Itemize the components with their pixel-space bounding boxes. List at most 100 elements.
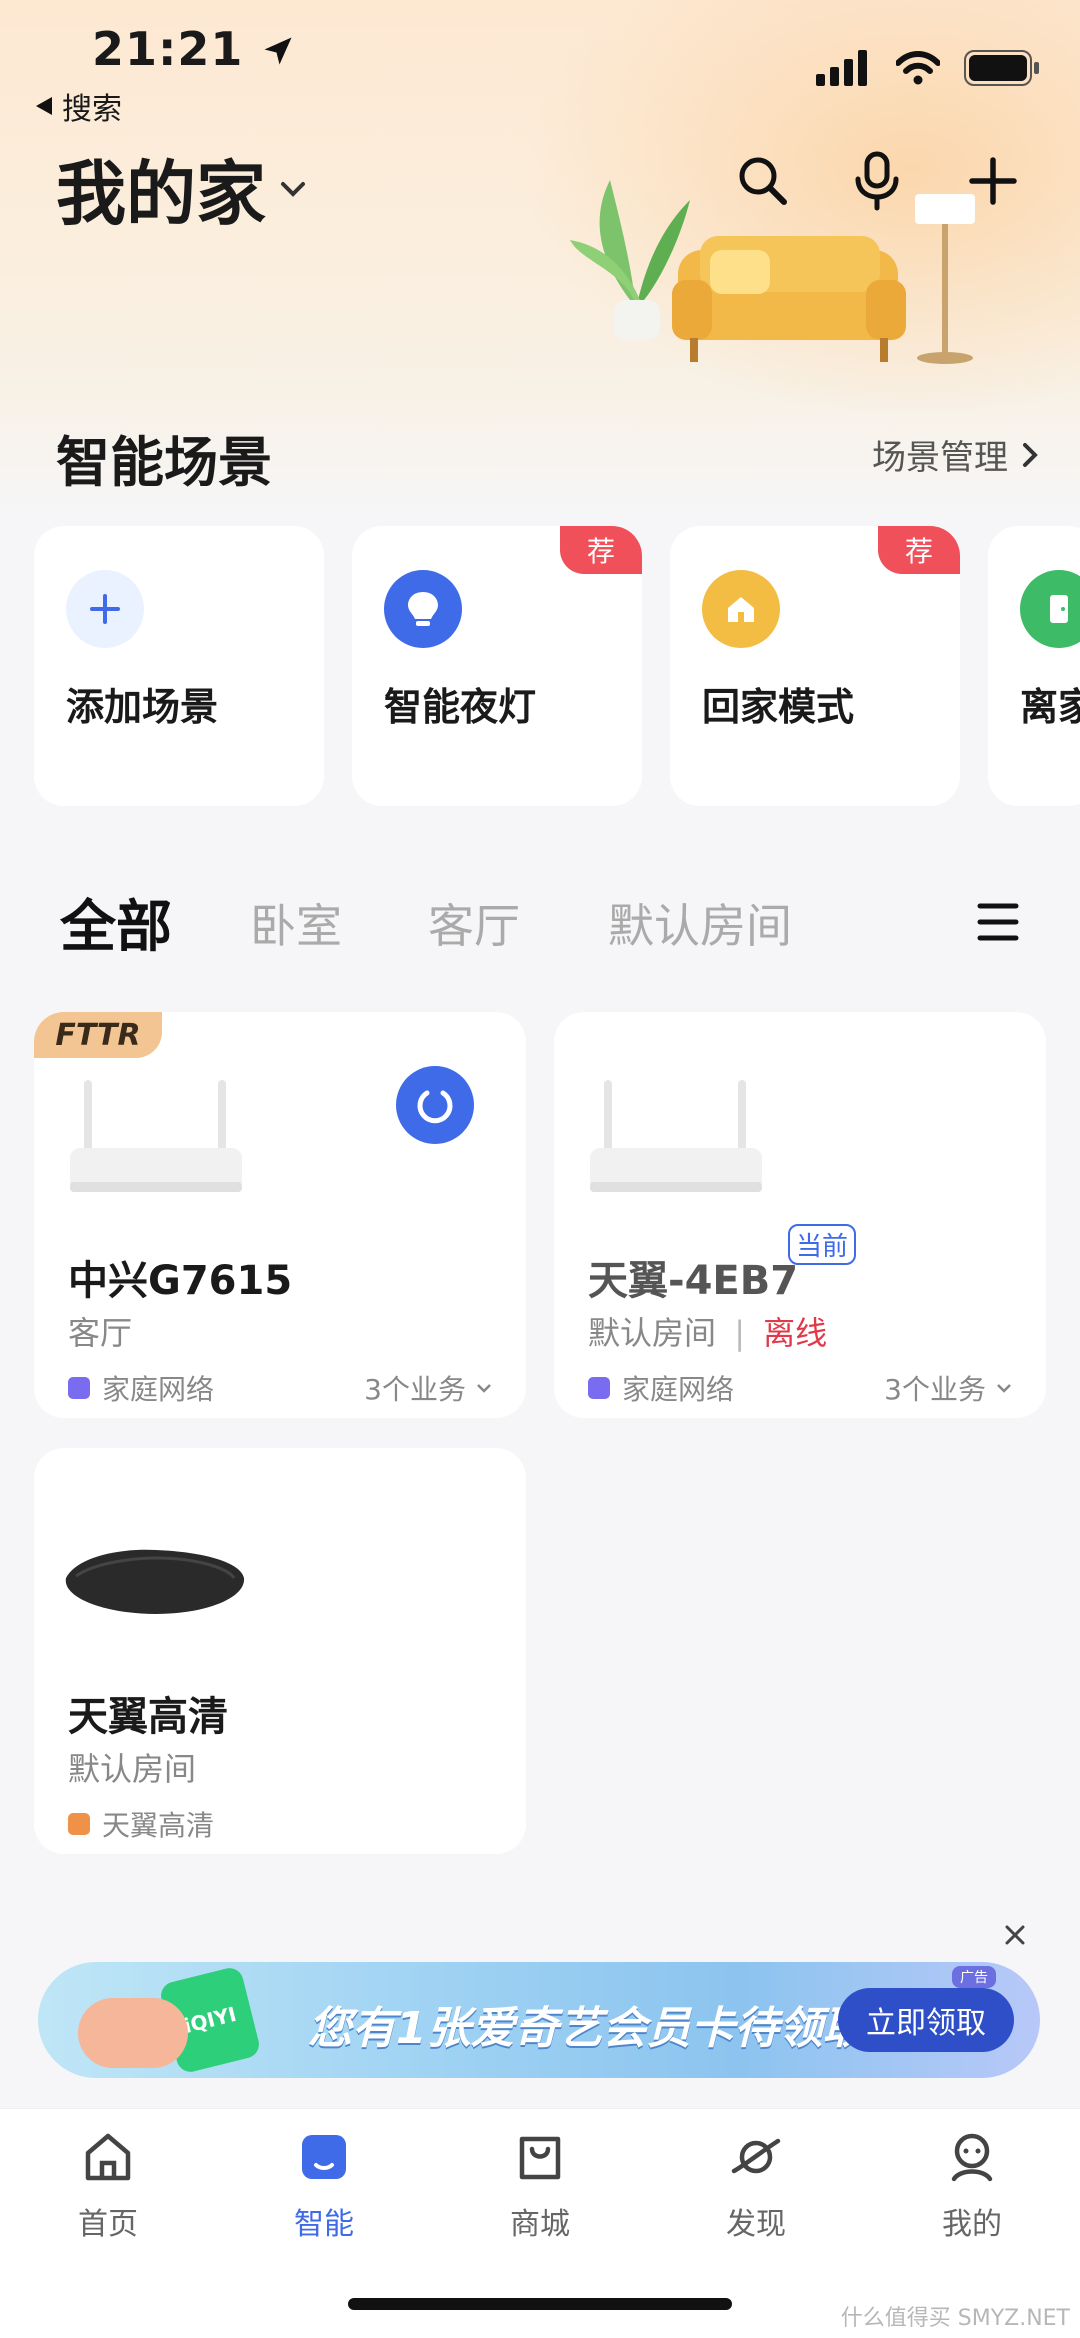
status-icons <box>816 50 1040 86</box>
network-icon <box>588 1377 610 1399</box>
device-meta: 家庭网络 3个业务 <box>68 1368 492 1408</box>
router-image <box>70 1080 242 1192</box>
scene-label: 智能夜灯 <box>384 685 537 729</box>
ad-tag: 广告 <box>952 1966 996 1988</box>
recommend-badge: 荐 <box>878 526 960 574</box>
scene-card-night-light[interactable]: 荐 智能夜灯 <box>352 526 642 806</box>
back-to-search-link[interactable]: 搜索 <box>34 84 122 128</box>
close-icon <box>1005 1925 1025 1945</box>
location-arrow-icon <box>264 37 292 65</box>
fttr-tag: FTTR <box>34 1012 162 1058</box>
chevron-down-icon <box>477 1384 491 1393</box>
services-label: 3个业务 <box>884 1373 986 1406</box>
back-to-search-label: 搜索 <box>62 92 122 127</box>
hd-tv-icon <box>68 1813 90 1835</box>
plus-icon <box>66 570 144 648</box>
scene-card-add[interactable]: 添加场景 <box>34 526 324 806</box>
chevron-down-icon <box>281 181 305 197</box>
bag-icon <box>519 2136 561 2180</box>
chevron-right-icon <box>1023 442 1038 467</box>
device-card-zte-g7615[interactable]: FTTR 中兴G7615 客厅 家庭网络 3个业务 <box>34 1012 526 1418</box>
scene-label: 回家模式 <box>702 685 855 729</box>
device-card-tianyi-4eb7[interactable]: 天翼-4EB7 当前 默认房间 | 离线 家庭网络 3个业务 <box>554 1012 1046 1418</box>
chevron-down-icon <box>997 1384 1011 1393</box>
device-room-status: 默认房间 | 离线 <box>588 1308 827 1354</box>
device-room: 默认房间 <box>588 1314 717 1352</box>
wifi-icon <box>896 51 940 85</box>
tab-bedroom[interactable]: 卧室 <box>250 890 342 956</box>
menu-icon <box>977 903 1019 941</box>
ad-close-button[interactable] <box>998 1918 1032 1952</box>
current-badge: 当前 <box>788 1224 857 1265</box>
ad-claim-button[interactable]: 立即领取 <box>838 1988 1014 2052</box>
house-icon <box>702 570 780 648</box>
refresh-icon <box>417 1090 453 1124</box>
nav-label: 智能 <box>294 2207 354 2242</box>
voice-button[interactable] <box>842 146 912 216</box>
nav-label: 首页 <box>78 2207 138 2242</box>
loading-button[interactable] <box>396 1066 474 1144</box>
nav-discover[interactable]: 发现 <box>648 2129 864 2243</box>
device-room: 客厅 <box>68 1314 133 1352</box>
home-indicator[interactable] <box>348 2298 732 2310</box>
nav-home[interactable]: 首页 <box>0 2129 216 2243</box>
add-button[interactable] <box>958 146 1028 216</box>
hand-illustration <box>78 1998 188 2068</box>
status-time-text: 21:21 <box>92 22 244 76</box>
search-icon <box>739 157 787 205</box>
tab-default-room[interactable]: 默认房间 <box>608 890 792 956</box>
scene-manage-label: 场景管理 <box>872 438 1008 478</box>
router-image <box>590 1080 762 1192</box>
device-name: 天翼-4EB7 <box>588 1258 799 1304</box>
plus-icon <box>969 157 1017 205</box>
network-icon <box>68 1377 90 1399</box>
door-icon <box>1020 570 1080 648</box>
ad-text: 您有1张爱奇艺会员卡待领取 <box>308 2003 867 2054</box>
home-title: 我的家 <box>56 153 266 235</box>
device-card-tianyi-hd[interactable]: 天翼高清 默认房间 天翼高清 <box>34 1448 526 1854</box>
scene-label: 添加场景 <box>66 685 219 729</box>
bulb-icon <box>384 570 462 648</box>
nav-label: 发现 <box>726 2207 786 2242</box>
watermark: 什么值得买 SMYZ.NET <box>840 2306 1070 2331</box>
set-top-box-image <box>65 1549 245 1614</box>
ad-banner[interactable]: iQIYI 广告 您有1张爱奇艺会员卡待领取 立即领取 <box>38 1962 1040 2078</box>
tab-all[interactable]: 全部 <box>60 882 172 963</box>
microphone-icon <box>855 151 899 211</box>
scene-label: 离家 <box>1020 685 1080 729</box>
device-name: 天翼高清 <box>68 1694 228 1740</box>
search-button[interactable] <box>728 146 798 216</box>
nav-label: 商城 <box>510 2207 570 2242</box>
cellular-signal-icon <box>816 50 867 86</box>
planet-icon <box>731 2138 781 2174</box>
offline-status: 离线 <box>763 1314 828 1352</box>
nav-profile[interactable]: 我的 <box>864 2129 1080 2243</box>
back-triangle-icon <box>36 97 52 115</box>
scene-manage-link[interactable]: 场景管理 <box>872 430 1038 479</box>
network-label: 天翼高清 <box>102 1809 215 1842</box>
divider: | <box>734 1314 745 1352</box>
device-room: 默认房间 <box>68 1750 197 1788</box>
battery-icon <box>964 50 1039 86</box>
services-dropdown[interactable]: 3个业务 <box>364 1368 492 1408</box>
services-dropdown[interactable]: 3个业务 <box>884 1368 1012 1408</box>
status-time: 21:21 <box>92 22 296 76</box>
home-icon <box>85 2133 131 2181</box>
services-label: 3个业务 <box>364 1373 466 1406</box>
recommend-badge: 荐 <box>560 526 642 574</box>
scene-card-home-mode[interactable]: 荐 回家模式 <box>670 526 960 806</box>
nav-smart[interactable]: 智能 <box>216 2129 432 2243</box>
tab-living-room[interactable]: 客厅 <box>428 890 520 956</box>
device-meta: 天翼高清 <box>68 1804 492 1844</box>
nav-mall[interactable]: 商城 <box>432 2129 648 2243</box>
device-name: 中兴G7615 <box>68 1258 293 1304</box>
profile-icon <box>951 2133 993 2182</box>
home-selector[interactable]: 我的家 <box>56 138 306 239</box>
network-label: 家庭网络 <box>622 1373 735 1406</box>
device-meta: 家庭网络 3个业务 <box>588 1368 1012 1408</box>
smart-icon <box>302 2135 346 2179</box>
room-menu-button[interactable] <box>976 900 1020 948</box>
network-label: 家庭网络 <box>102 1373 215 1406</box>
nav-label: 我的 <box>942 2207 1002 2242</box>
scene-card-away-mode[interactable]: 离家 <box>988 526 1080 806</box>
